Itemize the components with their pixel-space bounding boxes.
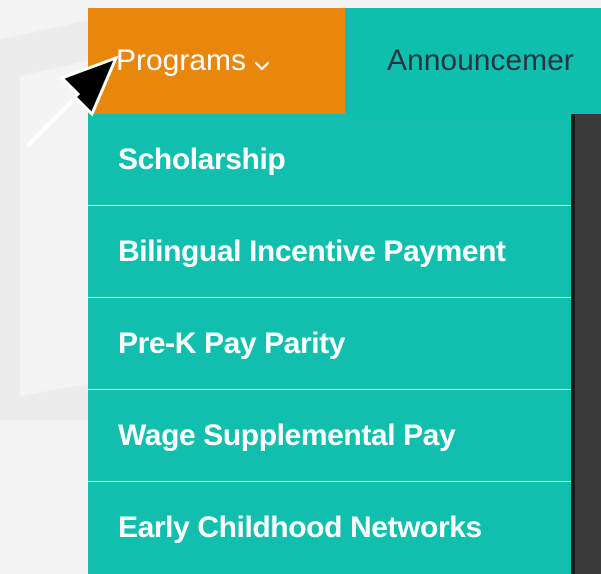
chevron-down-icon [254,46,270,80]
page-edge-shadow [571,114,601,574]
menu-item-label: Scholarship [118,142,286,176]
nav-item-announcements-label: Announcemer [387,44,574,77]
menu-item-bilingual-incentive-payment[interactable]: Bilingual Incentive Payment [88,206,571,298]
arrow-icon [26,55,119,148]
programs-dropdown-menu: Scholarship Bilingual Incentive Payment … [88,114,571,574]
menu-item-wage-supplemental-pay[interactable]: Wage Supplemental Pay [88,390,571,482]
nav-item-announcements[interactable]: Announcemer [387,8,601,114]
menu-item-early-childhood-networks[interactable]: Early Childhood Networks [88,482,571,574]
menu-item-pre-k-pay-parity[interactable]: Pre-K Pay Parity [88,298,571,390]
menu-item-scholarship[interactable]: Scholarship [88,114,571,206]
menu-item-label: Pre-K Pay Parity [118,326,346,360]
menu-item-label: Bilingual Incentive Payment [118,234,506,268]
menu-item-label: Wage Supplemental Pay [118,418,456,452]
menu-item-label: Early Childhood Networks [118,511,482,544]
